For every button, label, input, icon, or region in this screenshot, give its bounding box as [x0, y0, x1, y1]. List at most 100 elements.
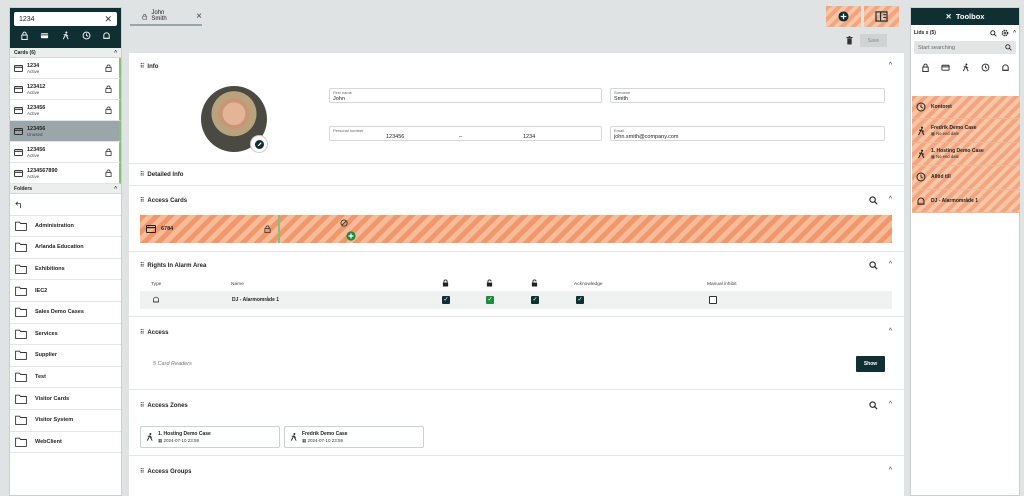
- search-input[interactable]: 1234 ✕: [14, 12, 117, 26]
- folder-item[interactable]: Test: [10, 367, 121, 389]
- chevron-up-icon[interactable]: ^: [889, 401, 892, 408]
- folder-item[interactable]: Supplier: [10, 345, 121, 367]
- search-icon[interactable]: [869, 261, 878, 270]
- search-icon[interactable]: [990, 29, 997, 37]
- access-zone-card[interactable]: 1. Hosting Demo Case ▦ 2024-07-10 23:59: [140, 426, 280, 448]
- clock-icon[interactable]: [981, 63, 990, 72]
- table-row[interactable]: DJ - Alarmområde 1 ✓ ✓ ✓ ✓: [140, 291, 892, 309]
- card-icon: [14, 106, 23, 114]
- tab-john-smith[interactable]: John Smith ×: [130, 8, 202, 26]
- rights-section-title[interactable]: ⠿ Rights In Alarm Area: [140, 262, 206, 269]
- person-walking-icon[interactable]: [961, 63, 970, 72]
- drag-handle-icon[interactable]: ⠿: [140, 263, 144, 269]
- drag-handle-icon[interactable]: ⠿: [140, 403, 144, 409]
- email-field[interactable]: Email john.smith@company.com: [610, 126, 885, 141]
- chevron-up-icon[interactable]: ^: [114, 186, 117, 192]
- card-list-item[interactable]: 1234 Active: [10, 58, 121, 79]
- access-card-item[interactable]: 6784: [140, 215, 280, 243]
- toolbox-item[interactable]: 1. Hosting Demo Case ▦ No end date: [912, 143, 1020, 167]
- clock-icon[interactable]: [82, 31, 91, 40]
- folders-section-header[interactable]: Folders ^: [10, 184, 121, 194]
- trash-icon[interactable]: [846, 36, 853, 45]
- card-icon[interactable]: [940, 63, 950, 72]
- folder-item[interactable]: Visitor System: [10, 410, 121, 432]
- left-search-panel: 1234 ✕: [10, 8, 121, 48]
- info-section-title[interactable]: ⠿ Info: [140, 63, 158, 70]
- chevron-up-icon[interactable]: ^: [889, 196, 892, 203]
- drag-handle-icon[interactable]: ⠿: [140, 469, 144, 475]
- folder-item[interactable]: IEC2: [10, 280, 121, 302]
- gear-icon[interactable]: [1001, 29, 1009, 37]
- tab-label: John Smith: [151, 10, 167, 22]
- folder-item[interactable]: Exhibitions: [10, 259, 121, 281]
- access-groups-section-title[interactable]: ⠿ Access Groups: [140, 468, 191, 475]
- toolbox-item[interactable]: DJ - Alarmområde 1: [912, 190, 1020, 213]
- chevron-up-icon[interactable]: ^: [114, 50, 117, 56]
- toolbox-item-title: Kontoret: [931, 104, 952, 111]
- surname-field[interactable]: Surname Smith: [610, 88, 885, 103]
- folder-item[interactable]: WebClient: [10, 432, 121, 454]
- acknowledge-checkbox[interactable]: ✓: [576, 296, 584, 304]
- chevron-up-icon[interactable]: ^: [1013, 30, 1016, 36]
- card-list-item[interactable]: 123412 Active: [10, 79, 121, 100]
- folder-up-button[interactable]: [10, 194, 121, 216]
- zone-date: 2024-07-10 23:59: [307, 437, 344, 443]
- card-list-item-selected[interactable]: 123456 Unused: [10, 121, 121, 142]
- alarm-bell-icon[interactable]: [102, 31, 111, 40]
- chevron-up-icon[interactable]: ^: [889, 62, 892, 69]
- access-card-drop-zone[interactable]: 6784: [140, 215, 892, 243]
- close-icon[interactable]: ×: [196, 11, 202, 22]
- card-list-item[interactable]: 1234567890 Active: [10, 163, 121, 184]
- detailed-info-section-title[interactable]: ⠿ Detailed Info: [140, 171, 183, 178]
- toolbox-item[interactable]: Alltid till: [912, 166, 1020, 190]
- access-zone-card[interactable]: Fredrik Demo Case ▦ 2024-07-10 23:59: [284, 426, 424, 448]
- toolbox-item[interactable]: Fredrik Demo Case ▦ No end date: [912, 119, 1020, 143]
- card-status: Active: [27, 110, 40, 116]
- folder-icon: [15, 394, 27, 404]
- access-zones-section-title[interactable]: ⠿ Access Zones: [140, 402, 188, 409]
- cards-section-header[interactable]: Cards (6) ^: [10, 48, 121, 58]
- card-list-item[interactable]: 123456 Active: [10, 100, 121, 121]
- drag-handle-icon[interactable]: ⠿: [140, 198, 144, 204]
- card-list-item[interactable]: 123456 Active: [10, 142, 121, 163]
- lock-icon[interactable]: [20, 31, 29, 40]
- personal-number-field[interactable]: Personal number 123456 – 1234: [329, 126, 602, 141]
- arrow-up-left-icon[interactable]: [15, 200, 24, 209]
- lock-right-checkbox[interactable]: ✓: [442, 296, 450, 304]
- unlock-right-checkbox[interactable]: ✓: [486, 296, 494, 304]
- add-button[interactable]: [826, 6, 861, 27]
- edit-photo-button[interactable]: [250, 135, 268, 153]
- access-cards-section-title[interactable]: ⠿ Access Cards: [140, 197, 187, 204]
- toolbox-search-input[interactable]: Start searching: [914, 41, 1016, 54]
- drag-handle-icon[interactable]: ⠿: [140, 64, 144, 70]
- save-button[interactable]: Save: [860, 34, 887, 47]
- chevron-up-icon[interactable]: ^: [889, 261, 892, 268]
- layout-toggle-button[interactable]: [864, 6, 899, 27]
- chevron-up-icon[interactable]: ^: [889, 467, 892, 474]
- search-icon[interactable]: [869, 196, 878, 205]
- show-button[interactable]: Show: [856, 356, 885, 372]
- search-icon[interactable]: [869, 401, 878, 410]
- folder-item[interactable]: Administration: [10, 216, 121, 238]
- alarm-bell-icon[interactable]: [1001, 63, 1010, 72]
- folder-item[interactable]: Services: [10, 324, 121, 346]
- chevron-up-icon[interactable]: ^: [889, 328, 892, 335]
- drag-handle-icon[interactable]: ⠿: [140, 172, 144, 178]
- first-name-field[interactable]: First name John: [329, 88, 602, 103]
- timed-unlock-right-checkbox[interactable]: ✓: [531, 296, 539, 304]
- toolbox-item[interactable]: Kontoret: [912, 96, 1020, 120]
- access-groups-title: Access Groups: [147, 469, 192, 475]
- folder-item[interactable]: Arlanda Education: [10, 237, 121, 259]
- detailed-info-section[interactable]: ⠿ Detailed Info: [129, 164, 904, 186]
- drag-handle-icon[interactable]: ⠿: [140, 330, 144, 336]
- person-walking-icon[interactable]: [61, 31, 70, 40]
- pencil-icon: [254, 139, 264, 149]
- manual-inhibit-checkbox[interactable]: [709, 296, 717, 304]
- search-icon[interactable]: [1005, 44, 1012, 51]
- folder-item[interactable]: Sales Demo Cases: [10, 302, 121, 324]
- clear-icon[interactable]: ✕: [104, 14, 112, 25]
- card-icon[interactable]: [40, 31, 49, 40]
- access-section-title[interactable]: ⠿ Access: [140, 329, 168, 336]
- lock-icon[interactable]: [921, 63, 930, 72]
- folder-item[interactable]: Visitor Cards: [10, 388, 121, 410]
